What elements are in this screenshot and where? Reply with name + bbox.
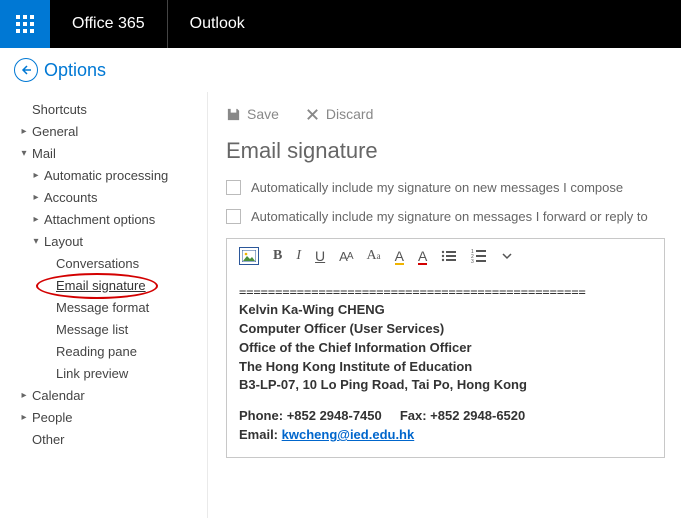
sidebar-item-general[interactable]: ▸General: [6, 120, 207, 142]
settings-sidebar: Shortcuts ▸General ▾Mail ▸Automatic proc…: [0, 92, 208, 518]
signature-textarea[interactable]: ========================================…: [227, 273, 664, 457]
sidebar-item-label: Other: [30, 432, 65, 447]
font-face-button[interactable]: Aa: [366, 248, 380, 264]
command-bar: Save Discard: [226, 100, 665, 128]
discard-icon: [305, 107, 320, 122]
discard-button[interactable]: Discard: [305, 106, 373, 122]
caret-right-icon: ▸: [30, 214, 42, 225]
number-list-icon: 123: [471, 249, 487, 263]
caret-down-icon: ▾: [18, 148, 30, 159]
sidebar-item-label: Reading pane: [54, 344, 137, 359]
sidebar-item-people[interactable]: ▸People: [6, 406, 207, 428]
checkbox-row-new: Automatically include my signature on ne…: [226, 180, 665, 195]
sidebar-item-other[interactable]: Other: [6, 428, 207, 450]
fax-value: +852 2948-6520: [430, 408, 525, 423]
waffle-icon: [16, 15, 34, 33]
email-label: Email:: [239, 427, 278, 442]
sidebar-item-accounts[interactable]: ▸Accounts: [6, 186, 207, 208]
signature-email-link[interactable]: kwcheng@ied.edu.hk: [282, 427, 415, 442]
editor-toolbar: B I U AA Aa A A 123: [227, 239, 664, 273]
more-formatting-button[interactable]: [501, 250, 513, 262]
sidebar-item-label: General: [30, 124, 78, 139]
options-header: Options: [0, 48, 681, 92]
page-title: Email signature: [226, 138, 665, 164]
bullet-list-button[interactable]: [441, 249, 457, 263]
font-size-button[interactable]: AA: [339, 249, 352, 264]
sidebar-item-label: Calendar: [30, 388, 85, 403]
checkbox-row-reply: Automatically include my signature on me…: [226, 209, 665, 224]
italic-button[interactable]: I: [296, 248, 301, 264]
sidebar-item-automatic-processing[interactable]: ▸Automatic processing: [6, 164, 207, 186]
signature-name: Kelvin Ka-Wing CHENG: [239, 301, 652, 320]
sidebar-item-label: People: [30, 410, 72, 425]
include-new-label: Automatically include my signature on ne…: [251, 180, 623, 195]
sidebar-item-label: Accounts: [42, 190, 97, 205]
insert-image-button[interactable]: [239, 247, 259, 265]
caret-right-icon: ▸: [18, 390, 30, 401]
image-icon: [242, 250, 256, 262]
sidebar-item-email-signature[interactable]: Email signature: [6, 274, 207, 296]
brand-label: Office 365: [50, 0, 168, 48]
caret-right-icon: ▸: [30, 192, 42, 203]
sidebar-item-label: Automatic processing: [42, 168, 168, 183]
signature-address: B3-LP-07, 10 Lo Ping Road, Tai Po, Hong …: [239, 376, 652, 395]
bullet-list-icon: [441, 249, 457, 263]
sidebar-item-conversations[interactable]: Conversations: [6, 252, 207, 274]
sidebar-item-message-format[interactable]: Message format: [6, 296, 207, 318]
options-title: Options: [44, 60, 106, 81]
sidebar-item-label: Message list: [54, 322, 128, 337]
underline-button[interactable]: U: [315, 248, 325, 264]
signature-editor: B I U AA Aa A A 123 ====================…: [226, 238, 665, 458]
signature-office: Office of the Chief Information Officer: [239, 339, 652, 358]
sidebar-item-calendar[interactable]: ▸Calendar: [6, 384, 207, 406]
sidebar-item-link-preview[interactable]: Link preview: [6, 362, 207, 384]
save-label: Save: [247, 106, 279, 122]
signature-divider: ========================================…: [239, 285, 652, 299]
back-button[interactable]: [14, 58, 38, 82]
sidebar-item-mail[interactable]: ▾Mail: [6, 142, 207, 164]
font-color-button[interactable]: A: [418, 248, 427, 264]
save-button[interactable]: Save: [226, 106, 279, 122]
caret-right-icon: ▸: [18, 126, 30, 137]
phone-value: +852 2948-7450: [287, 408, 382, 423]
highlight-color-button[interactable]: A: [395, 248, 404, 264]
signature-email-line: Email: kwcheng@ied.edu.hk: [239, 426, 652, 445]
app-label: Outlook: [168, 0, 267, 48]
sidebar-item-layout[interactable]: ▾Layout: [6, 230, 207, 252]
include-new-checkbox[interactable]: [226, 180, 241, 195]
sidebar-item-label: Attachment options: [42, 212, 155, 227]
discard-label: Discard: [326, 106, 373, 122]
sidebar-item-attachment-options[interactable]: ▸Attachment options: [6, 208, 207, 230]
main-panel: Save Discard Email signature Automatical…: [208, 92, 681, 518]
chevron-down-icon: [501, 250, 513, 262]
sidebar-item-label: Conversations: [54, 256, 139, 271]
fax-label: Fax:: [400, 408, 427, 423]
signature-phone-line: Phone: +852 2948-7450 Fax: +852 2948-652…: [239, 407, 652, 426]
include-reply-label: Automatically include my signature on me…: [251, 209, 648, 224]
phone-label: Phone:: [239, 408, 283, 423]
svg-text:3: 3: [471, 259, 474, 263]
top-bar: Office 365 Outlook: [0, 0, 681, 48]
save-icon: [226, 107, 241, 122]
sidebar-item-label: Message format: [54, 300, 149, 315]
sidebar-item-label: Mail: [30, 146, 56, 161]
caret-right-icon: ▸: [30, 170, 42, 181]
caret-right-icon: ▸: [18, 412, 30, 423]
include-reply-checkbox[interactable]: [226, 209, 241, 224]
sidebar-item-label: Link preview: [54, 366, 128, 381]
arrow-left-icon: [20, 64, 32, 76]
app-launcher-button[interactable]: [0, 0, 50, 48]
number-list-button[interactable]: 123: [471, 249, 487, 263]
sidebar-item-shortcuts[interactable]: Shortcuts: [6, 98, 207, 120]
caret-down-icon: ▾: [30, 236, 42, 247]
sidebar-item-reading-pane[interactable]: Reading pane: [6, 340, 207, 362]
signature-role: Computer Officer (User Services): [239, 320, 652, 339]
signature-org: The Hong Kong Institute of Education: [239, 358, 652, 377]
sidebar-item-label: Shortcuts: [30, 102, 87, 117]
sidebar-item-message-list[interactable]: Message list: [6, 318, 207, 340]
bold-button[interactable]: B: [273, 248, 282, 264]
sidebar-item-label: Layout: [42, 234, 83, 249]
sidebar-item-label: Email signature: [54, 278, 146, 293]
